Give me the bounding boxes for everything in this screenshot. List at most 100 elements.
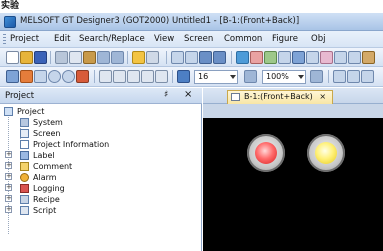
communication-icon[interactable] — [236, 51, 249, 64]
expand-icon[interactable]: + — [5, 195, 12, 202]
open-folder-icon[interactable] — [20, 51, 33, 64]
pattern-icon[interactable] — [155, 70, 168, 83]
new-file-icon[interactable] — [6, 51, 19, 64]
read-from-got-icon[interactable] — [264, 51, 277, 64]
zoom-icon[interactable] — [177, 70, 190, 83]
copy-icon[interactable] — [69, 51, 82, 64]
fill-icon[interactable] — [76, 70, 89, 83]
tab-label: B-1:(Front+Back) — [244, 92, 313, 101]
project-panel-header: Project ♯ × — [0, 88, 202, 104]
rectangle-icon[interactable] — [34, 70, 47, 83]
screen-switch-icon[interactable] — [171, 51, 184, 64]
layer-switch-icon[interactable] — [361, 70, 374, 83]
menu-screen[interactable]: Screen — [184, 34, 213, 44]
logging-icon — [20, 184, 29, 193]
zoom-select[interactable]: 100% — [262, 70, 306, 84]
menu-bar: Project Edit Search/Replace View Screen … — [0, 31, 383, 48]
library-icon[interactable] — [132, 51, 145, 64]
ellipse-icon[interactable] — [62, 70, 75, 83]
red-lamp[interactable] — [247, 134, 285, 172]
line-color-icon[interactable] — [127, 70, 140, 83]
yellow-lamp[interactable] — [307, 134, 345, 172]
screen-tab-icon — [231, 93, 240, 101]
redo-icon[interactable] — [111, 51, 124, 64]
undo-icon[interactable] — [97, 51, 110, 64]
label-icon — [20, 151, 29, 160]
fill-color-icon[interactable] — [141, 70, 154, 83]
circle-icon[interactable] — [48, 70, 61, 83]
menu-figure[interactable]: Figure — [272, 34, 298, 44]
fit-screen-icon[interactable] — [333, 70, 346, 83]
expand-icon[interactable]: + — [5, 206, 12, 213]
panel-title: Project — [5, 91, 35, 101]
editor-tab-strip: B-1:(Front+Back) × — [203, 88, 383, 104]
expand-icon[interactable]: + — [5, 173, 12, 180]
separator — [127, 51, 128, 64]
tab-screen-b1[interactable]: B-1:(Front+Back) × — [227, 90, 334, 104]
tree-item-label: Script — [33, 206, 57, 215]
simulator-icon[interactable] — [278, 51, 291, 64]
text-tool-icon[interactable] — [99, 70, 112, 83]
alarm-icon — [20, 173, 29, 182]
screen-canvas[interactable] — [203, 118, 383, 251]
separator — [172, 70, 173, 83]
screen-editor: B-1:(Front+Back) × — [203, 88, 383, 251]
separator — [50, 51, 51, 64]
layer-icon[interactable] — [320, 51, 333, 64]
arrange-icon[interactable] — [348, 51, 361, 64]
tree-item-label: Alarm — [33, 173, 57, 182]
pointer-icon[interactable] — [6, 70, 19, 83]
device-icon[interactable] — [306, 51, 319, 64]
zoom-value: 100% — [266, 72, 289, 81]
preview-icon[interactable] — [185, 51, 198, 64]
standard-toolbar — [0, 48, 383, 67]
front-back-icon[interactable] — [347, 70, 360, 83]
save-icon[interactable] — [34, 51, 47, 64]
line-style-icon[interactable] — [113, 70, 126, 83]
object-icon[interactable] — [362, 51, 375, 64]
line-width-value: 16 — [198, 72, 209, 81]
zoom-in-icon[interactable] — [310, 70, 323, 83]
grip-handle-icon[interactable] — [3, 34, 6, 45]
tree-item-label: Screen — [33, 129, 61, 138]
separator — [328, 70, 329, 83]
title-bar: MELSOFT GT Designer3 (GOT2000) Untitled1… — [0, 13, 383, 31]
tree-item-label: Logging — [33, 184, 65, 193]
expand-icon[interactable]: + — [5, 184, 12, 191]
pin-icon[interactable]: ♯ — [164, 90, 168, 100]
caption-strip: 实验 — [0, 0, 383, 13]
menu-common[interactable]: Common — [224, 34, 262, 44]
cut-icon[interactable] — [55, 51, 68, 64]
tree-item-label: Comment — [33, 162, 73, 171]
separator — [231, 51, 232, 64]
align-icon[interactable] — [334, 51, 347, 64]
property-icon[interactable] — [292, 51, 305, 64]
lamp-core — [255, 142, 277, 164]
draw-line-icon[interactable] — [20, 70, 33, 83]
menu-edit[interactable]: Edit — [54, 34, 70, 44]
menu-search-replace[interactable]: Search/Replace — [79, 34, 145, 44]
lamp-core — [315, 142, 337, 164]
paste-icon[interactable] — [83, 51, 96, 64]
comment-icon — [20, 162, 29, 171]
tree-item-label: Project — [17, 107, 45, 116]
line-width-select[interactable]: 16 — [194, 70, 238, 84]
close-icon[interactable]: × — [184, 89, 192, 100]
write-to-got-icon[interactable] — [250, 51, 263, 64]
window-title: MELSOFT GT Designer3 (GOT2000) Untitled1… — [20, 16, 300, 26]
script-icon — [20, 206, 29, 215]
view-toolbar: 16 100% — [0, 67, 383, 87]
grid-icon[interactable] — [199, 51, 212, 64]
menu-view[interactable]: View — [154, 34, 174, 44]
snap-icon[interactable] — [213, 51, 226, 64]
recipe-icon — [20, 195, 29, 204]
menu-project[interactable]: Project — [10, 34, 39, 44]
data-browser-icon[interactable] — [146, 51, 159, 64]
close-icon[interactable]: × — [319, 92, 326, 101]
chevron-down-icon — [230, 75, 236, 79]
expand-icon[interactable]: + — [5, 162, 12, 169]
caption-text: 实验 — [1, 1, 20, 11]
zoom-out-icon[interactable] — [244, 70, 257, 83]
expand-icon[interactable]: + — [5, 151, 12, 158]
menu-object[interactable]: Obj — [311, 34, 325, 44]
